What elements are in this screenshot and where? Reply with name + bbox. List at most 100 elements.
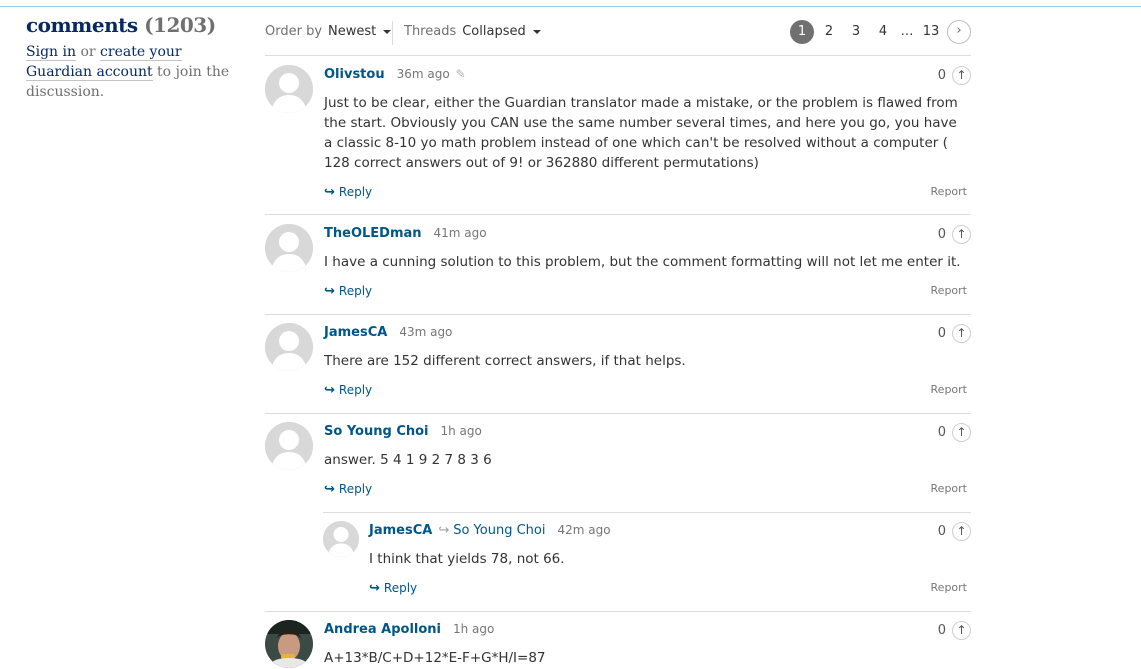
comment-author[interactable]: JamesCA (324, 325, 387, 340)
comment-author[interactable]: TheOLEDman (324, 226, 422, 241)
top-divider (0, 6, 1141, 7)
comment-author[interactable]: Andrea Apolloni (324, 622, 441, 637)
comment-item: Andrea Apolloni 1h ago 0 ↑ A+13*B/C+D+12*E… (265, 611, 971, 669)
comments-heading: comments (1203) (26, 12, 246, 38)
recommend-count: 0 (937, 326, 946, 341)
chevron-down-icon (383, 29, 392, 34)
comment-author[interactable]: Olivstou (324, 67, 385, 82)
comment-item: TheOLEDman 41m ago 0 ↑ I have a cunning so… (265, 216, 971, 315)
comments-toolbar: Order by Newest Threads Collapsed 1 2 3 4 … (265, 20, 971, 56)
next-page-icon[interactable]: › (947, 20, 971, 44)
comment-author[interactable]: So Young Choi (324, 424, 429, 439)
comment-meta: Andrea Apolloni 1h ago (324, 622, 494, 637)
reply-arrow-icon: ↪ (324, 482, 335, 497)
comment-body: I think that yields 78, not 66. (369, 551, 565, 567)
comment-author[interactable]: JamesCA (369, 523, 432, 538)
comment-body: Just to be clear, either the Guardian tr… (324, 95, 958, 171)
reply-button[interactable]: ↪ Reply (324, 383, 373, 398)
comment-body: A+13*B/C+D+12*E-F+G*H/I=87 (324, 650, 546, 666)
order-by-dropdown[interactable]: Order by Newest (265, 24, 392, 39)
comment-timestamp[interactable]: 41m ago (434, 226, 487, 240)
report-link[interactable]: Report (931, 482, 967, 495)
pagination-ellipsis: … (900, 24, 914, 39)
comment-item: JamesCA 43m ago 0 ↑ There are 152 differen… (265, 315, 971, 414)
recommend-arrow-icon[interactable]: ↑ (952, 621, 971, 640)
page-4-button[interactable]: 4 (871, 20, 895, 44)
order-by-label: Order by (265, 24, 323, 39)
reply-arrow-icon: ↪ (324, 284, 335, 299)
comment-meta: Olivstou 36m ago ✎ (324, 67, 466, 82)
reply-button[interactable]: ↪ Reply (369, 581, 418, 596)
page-13-button[interactable]: 13 (919, 20, 943, 44)
reply-label: Reply (338, 383, 373, 397)
avatar[interactable] (265, 422, 313, 470)
page-2-button[interactable]: 2 (817, 20, 841, 44)
report-link[interactable]: Report (931, 185, 967, 198)
comment-meta: JamesCA 43m ago (324, 325, 452, 340)
comment-timestamp[interactable]: 1h ago (441, 424, 482, 438)
comments-count: (1203) (144, 13, 216, 37)
comment-body: answer. 5 4 1 9 2 7 8 3 6 (324, 452, 492, 468)
reply-to-author: So Young Choi (453, 523, 546, 538)
reply-arrow-icon: ↪ (369, 581, 380, 596)
threads-label: Threads (404, 24, 457, 39)
report-link[interactable]: Report (931, 581, 967, 594)
comment-meta: So Young Choi 1h ago (324, 424, 482, 439)
reply-arrow-icon: ↪ (324, 185, 335, 200)
recommend-arrow-icon[interactable]: ↑ (952, 225, 971, 244)
report-link[interactable]: Report (931, 383, 967, 396)
recommend-arrow-icon[interactable]: ↑ (952, 522, 971, 541)
reply-button[interactable]: ↪ Reply (324, 284, 373, 299)
avatar[interactable] (265, 620, 313, 668)
chevron-down-icon (532, 29, 541, 34)
comment-timestamp[interactable]: 1h ago (453, 622, 494, 636)
sign-in-prompt: Sign in or create your Guardian account … (26, 42, 246, 102)
sign-in-or: or (76, 44, 101, 60)
avatar[interactable] (265, 323, 313, 371)
avatar[interactable] (265, 65, 313, 113)
comment-meta: JamesCA ↪ So Young Choi 42m ago (369, 523, 611, 538)
comment-meta: TheOLEDman 41m ago (324, 226, 487, 241)
reply-label: Reply (383, 581, 418, 595)
toolbar-divider (392, 21, 393, 45)
recommend-arrow-icon[interactable]: ↑ (952, 423, 971, 442)
recommend-count: 0 (937, 425, 946, 440)
reply-to-link[interactable]: ↪ So Young Choi (438, 523, 545, 538)
comment-timestamp[interactable]: 43m ago (399, 325, 452, 339)
avatar[interactable] (265, 224, 313, 272)
order-by-value: Newest (328, 24, 377, 39)
recommend-count: 0 (937, 227, 946, 242)
comment-body: I have a cunning solution to this proble… (324, 254, 961, 270)
comment-actions: ↪ Reply Report (324, 284, 971, 299)
recommend-widget: 0 ↑ (938, 522, 971, 541)
comment-timestamp[interactable]: 42m ago (557, 523, 610, 537)
recommend-count: 0 (937, 68, 946, 83)
recommend-count: 0 (937, 524, 946, 539)
comment-actions: ↪ Reply Report (324, 185, 971, 200)
reply-button[interactable]: ↪ Reply (324, 482, 373, 497)
threads-value: Collapsed (462, 24, 526, 39)
report-link[interactable]: Report (931, 284, 967, 297)
recommend-count: 0 (937, 623, 946, 638)
recommend-widget: 0 ↑ (938, 225, 971, 244)
reply-comment-item: JamesCA ↪ So Young Choi 42m ago 0 ↑ I think … (323, 512, 971, 612)
reply-to-arrow-icon: ↪ (438, 523, 450, 538)
comment-item: So Young Choi 1h ago 0 ↑ answer. 5 4 1 9 2… (265, 414, 971, 513)
pagination: 1 2 3 4 … 13 › (787, 20, 971, 44)
recommend-widget: 0 ↑ (938, 66, 971, 85)
comment-actions: ↪ Reply Report (324, 383, 971, 398)
threads-dropdown[interactable]: Threads Collapsed (404, 24, 541, 39)
recommend-arrow-icon[interactable]: ↑ (952, 66, 971, 85)
recommend-arrow-icon[interactable]: ↑ (952, 324, 971, 343)
page-1-button[interactable]: 1 (790, 20, 814, 44)
recommend-widget: 0 ↑ (938, 423, 971, 442)
page-3-button[interactable]: 3 (844, 20, 868, 44)
reply-button[interactable]: ↪ Reply (324, 185, 372, 200)
sign-in-link[interactable]: Sign in (26, 44, 76, 61)
comments-title: comments (26, 13, 138, 37)
reply-label: Reply (338, 482, 373, 496)
reply-label: Reply (338, 284, 373, 298)
reply-arrow-icon: ↪ (324, 383, 335, 398)
avatar[interactable] (323, 521, 359, 557)
comment-timestamp[interactable]: 36m ago (397, 67, 450, 81)
